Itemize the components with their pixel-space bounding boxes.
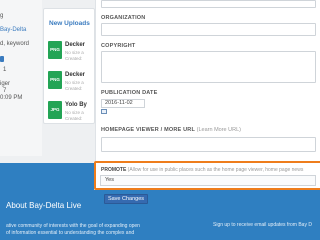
upload-item[interactable]: PNG Decker No size a Created:: [48, 71, 94, 95]
upload-meta-size: No size a: [65, 80, 84, 85]
upload-item[interactable]: JPG Yolo By No size a Created:: [48, 101, 94, 123]
upload-meta-size: No size a: [65, 110, 84, 115]
upload-name[interactable]: Decker: [65, 72, 85, 78]
promote-field-highlight: PROMOTE (Allow for use in public places …: [94, 161, 320, 190]
file-png-icon: PNG: [48, 41, 62, 59]
copyright-label: COPYRIGHT: [101, 43, 136, 49]
left-link-bay-delta[interactable]: Bay-Delta: [0, 27, 26, 34]
left-meta-count: 1: [3, 67, 7, 73]
upload-meta-created: Created:: [65, 86, 83, 91]
upload-name[interactable]: Decker: [65, 42, 85, 48]
publication-date-label: PUBLICATION DATE: [101, 90, 158, 96]
left-meta-user: iger: [0, 81, 11, 87]
promote-note: (Allow for use in public places such as …: [127, 167, 304, 173]
upload-meta-size: No size a: [65, 50, 84, 55]
left-text-1: g: [0, 13, 4, 19]
info-icon: [0, 56, 4, 62]
left-text-keyword: d, keyword: [0, 41, 30, 47]
metadata-form: ORGANIZATION COPYRIGHT PUBLICATION DATE …: [95, 0, 320, 163]
homepage-url-input[interactable]: [101, 137, 316, 152]
footer-signup-text: Sign up to receive email updates from Ba…: [213, 222, 312, 228]
calendar-icon[interactable]: [101, 109, 107, 114]
upload-meta-created: Created:: [65, 56, 83, 61]
upload-meta-created: Created:: [65, 116, 83, 121]
left-meta-time: 0:09 PM: [0, 95, 23, 101]
footer-desc-line-2: of information essential to understandin…: [6, 230, 135, 236]
organization-label: ORGANIZATION: [101, 15, 146, 21]
upload-item[interactable]: PNG Decker No size a Created:: [48, 41, 94, 65]
promote-label: PROMOTE (Allow for use in public places …: [101, 167, 304, 173]
upload-name[interactable]: Yolo By: [65, 102, 87, 108]
promote-select[interactable]: Yes: [100, 175, 316, 186]
left-meta-day: 7: [3, 88, 7, 94]
footer-desc-line-1: ative community of interests with the go…: [6, 223, 140, 229]
publication-date-input[interactable]: 2016-11-02: [101, 99, 145, 108]
left-info-column: g Bay-Delta d, keyword 1 iger 7 0:09 PM: [0, 0, 42, 156]
organization-input[interactable]: [101, 23, 316, 36]
copyright-textarea[interactable]: [101, 51, 316, 83]
file-jpg-icon: JPG: [48, 101, 62, 119]
footer-title: About Bay-Delta Live: [6, 201, 82, 210]
save-changes-button[interactable]: Save Changes: [104, 194, 148, 204]
new-uploads-panel: New Uploads PNG Decker No size a Created…: [43, 8, 95, 124]
top-field-input[interactable]: [101, 0, 316, 8]
file-png-icon: PNG: [48, 71, 62, 89]
homepage-label: HOMEPAGE VIEWER / MORE URL (Learn More U…: [101, 127, 241, 133]
new-uploads-title: New Uploads: [49, 20, 90, 27]
homepage-note: (Learn More URL): [196, 127, 241, 133]
